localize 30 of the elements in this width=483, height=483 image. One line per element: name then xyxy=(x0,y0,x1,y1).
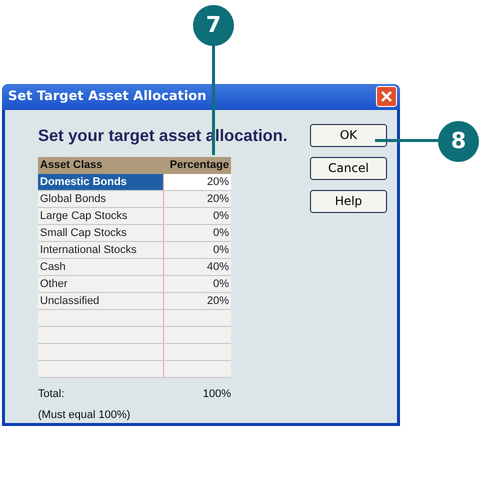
table-cell[interactable]: Domestic Bonds xyxy=(38,174,163,190)
table-cell[interactable]: 0% xyxy=(163,208,231,224)
table-cell[interactable]: 40% xyxy=(163,258,231,276)
table-cell[interactable]: Small Cap Stocks xyxy=(38,224,163,242)
dialog-button[interactable]: Help xyxy=(310,190,387,213)
table-cell[interactable]: Cash xyxy=(38,258,163,276)
table-cell[interactable]: 20% xyxy=(163,190,231,208)
dialog-button[interactable]: OK xyxy=(310,124,387,147)
table-cell[interactable]: Unclassified xyxy=(38,292,163,310)
table-cell[interactable]: Large Cap Stocks xyxy=(38,208,163,224)
table-cell[interactable]: Other xyxy=(38,276,163,292)
callout-badge: 8 xyxy=(438,121,479,162)
table-cell[interactable]: 0% xyxy=(163,242,231,258)
total-value: 100% xyxy=(202,387,231,402)
table-cell[interactable]: 0% xyxy=(163,224,231,242)
table-cell[interactable]: 0% xyxy=(163,276,231,292)
callout-badge: 7 xyxy=(193,5,234,46)
dialog-button[interactable]: Cancel xyxy=(310,156,387,180)
table-cell[interactable]: 20% xyxy=(163,292,231,310)
column-header[interactable]: Percentage xyxy=(163,156,231,174)
total-note: (Must equal 100%) xyxy=(38,408,130,420)
close-icon xyxy=(380,90,393,104)
column-header[interactable]: Asset Class xyxy=(38,156,163,174)
total-label: Total: xyxy=(38,387,64,402)
table-cell[interactable]: Global Bonds xyxy=(38,190,163,208)
leader-line xyxy=(375,139,439,142)
window-title: Set Target Asset Allocation xyxy=(8,88,206,106)
table-cell[interactable]: International Stocks xyxy=(38,242,163,258)
table-cell[interactable]: 20% xyxy=(163,174,231,190)
close-button[interactable] xyxy=(376,86,397,108)
